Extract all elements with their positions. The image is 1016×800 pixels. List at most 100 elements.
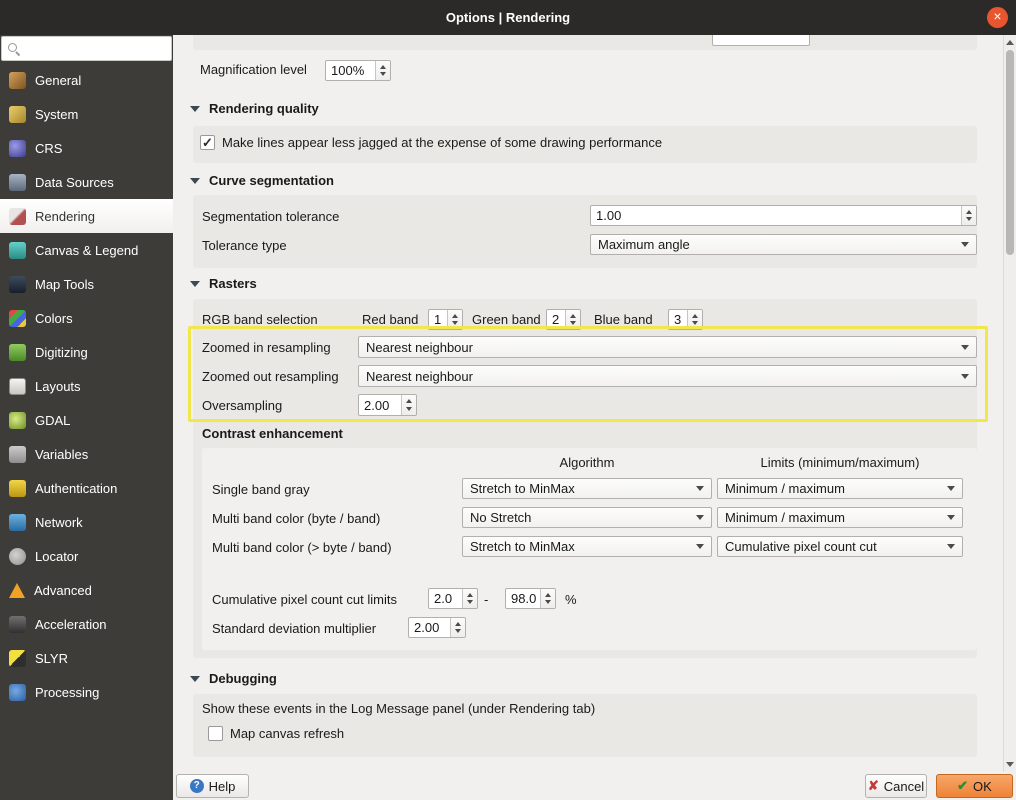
collapse-arrow-icon: [190, 280, 200, 287]
dropdown-arrow-icon[interactable]: [947, 544, 955, 549]
selected-value: Maximum angle: [598, 237, 690, 252]
sidebar-item-gdal[interactable]: GDAL: [0, 403, 173, 437]
spin-down-icon[interactable]: [452, 321, 458, 326]
sidebar-item-data-sources[interactable]: Data Sources: [0, 165, 173, 199]
sidebar-item-rendering[interactable]: Rendering: [0, 199, 173, 233]
spin-buttons[interactable]: [961, 206, 976, 225]
sidebar-item-colors[interactable]: Colors: [0, 301, 173, 335]
spin-buttons[interactable]: [462, 589, 477, 608]
dropdown-arrow-icon[interactable]: [961, 242, 969, 247]
sidebar-item-canvas-legend[interactable]: Canvas & Legend: [0, 233, 173, 267]
segmentation-tolerance-label: Segmentation tolerance: [202, 209, 340, 224]
spin-buttons[interactable]: [450, 618, 465, 637]
sidebar-item-locator[interactable]: Locator: [0, 539, 173, 573]
limits-column-header: Limits (minimum/maximum): [760, 455, 920, 470]
dropdown-arrow-icon[interactable]: [961, 373, 969, 379]
oversampling-spinbox[interactable]: 2.00: [358, 394, 417, 416]
settings-search[interactable]: [1, 36, 172, 61]
dropdown-arrow-icon[interactable]: [947, 515, 955, 520]
antialias-checkbox[interactable]: ✓: [200, 135, 215, 150]
scroll-up-icon[interactable]: [1006, 40, 1014, 45]
magnification-spinbox[interactable]: 100%: [325, 60, 391, 81]
map-canvas-refresh-checkbox[interactable]: [208, 726, 223, 741]
section-header-rasters[interactable]: Rasters: [190, 276, 257, 291]
multi-band-nonbyte-algorithm-select[interactable]: Stretch to MinMax: [462, 536, 712, 557]
cumulative-min-spinbox[interactable]: 2.0: [428, 588, 478, 609]
vertical-scrollbar[interactable]: [1003, 35, 1016, 772]
spin-down-icon[interactable]: [467, 600, 473, 605]
single-band-gray-algorithm-select[interactable]: Stretch to MinMax: [462, 478, 712, 499]
zoomed-out-resampling-select[interactable]: Nearest neighbour: [358, 365, 977, 387]
spin-down-icon[interactable]: [545, 600, 551, 605]
tolerance-type-select[interactable]: Maximum angle: [590, 234, 977, 255]
sidebar-item-digitizing[interactable]: Digitizing: [0, 335, 173, 369]
section-header-curve-segmentation[interactable]: Curve segmentation: [190, 173, 334, 188]
search-input[interactable]: [23, 41, 171, 56]
slyr-icon: [9, 649, 26, 667]
dropdown-arrow-icon[interactable]: [696, 486, 704, 491]
stddev-multiplier-spinbox[interactable]: 2.00: [408, 617, 466, 638]
multi-band-byte-limits-select[interactable]: Minimum / maximum: [717, 507, 963, 528]
partial-spinbox[interactable]: [712, 35, 810, 46]
antialias-row: ✓ Make lines appear less jagged at the e…: [200, 135, 662, 150]
sidebar-item-processing[interactable]: Processing: [0, 675, 173, 709]
dropdown-arrow-icon[interactable]: [947, 486, 955, 491]
sidebar-item-system[interactable]: System: [0, 97, 173, 131]
spin-down-icon[interactable]: [692, 321, 698, 326]
spin-down-icon[interactable]: [966, 217, 972, 222]
contrast-enhancement-title: Contrast enhancement: [202, 426, 343, 441]
spin-buttons[interactable]: [401, 395, 416, 415]
section-title: Curve segmentation: [209, 173, 334, 188]
spin-down-icon[interactable]: [380, 72, 386, 77]
sidebar-item-label: Acceleration: [35, 616, 107, 632]
dropdown-arrow-icon[interactable]: [696, 544, 704, 549]
spin-up-icon[interactable]: [452, 313, 458, 318]
stddev-multiplier-value: 2.00: [414, 620, 440, 635]
spin-up-icon[interactable]: [467, 592, 473, 597]
spin-up-icon[interactable]: [545, 592, 551, 597]
ok-button[interactable]: ✔ OK: [936, 774, 1013, 798]
sidebar-item-map-tools[interactable]: Map Tools: [0, 267, 173, 301]
spin-up-icon[interactable]: [406, 399, 412, 403]
scrollbar-thumb[interactable]: [1006, 50, 1014, 255]
multi-band-nonbyte-limits-select[interactable]: Cumulative pixel count cut: [717, 536, 963, 557]
sidebar-item-acceleration[interactable]: Acceleration: [0, 607, 173, 641]
spin-up-icon[interactable]: [380, 64, 386, 69]
sidebar-item-slyr[interactable]: SLYR: [0, 641, 173, 675]
dropdown-arrow-icon[interactable]: [961, 344, 969, 350]
single-band-gray-label: Single band gray: [212, 482, 310, 497]
single-band-gray-limits-select[interactable]: Minimum / maximum: [717, 478, 963, 499]
spin-up-icon[interactable]: [570, 313, 576, 318]
cumulative-max-spinbox[interactable]: 98.0: [505, 588, 556, 609]
rendering-options-page: Magnification level 100% Rendering quali…: [173, 35, 1003, 772]
scroll-down-icon[interactable]: [1006, 762, 1014, 767]
multi-band-byte-algorithm-select[interactable]: No Stretch: [462, 507, 712, 528]
cumulative-max-value: 98.0: [511, 591, 537, 606]
spin-buttons[interactable]: [375, 61, 390, 80]
spin-down-icon[interactable]: [406, 407, 412, 411]
dropdown-arrow-icon[interactable]: [696, 515, 704, 520]
section-header-rendering-quality[interactable]: Rendering quality: [190, 101, 319, 116]
cancel-button[interactable]: ✘ Cancel: [865, 774, 927, 798]
close-button[interactable]: ×: [987, 7, 1008, 28]
spin-buttons[interactable]: [540, 589, 555, 608]
sidebar-item-network[interactable]: Network: [0, 505, 173, 539]
sidebar-item-layouts[interactable]: Layouts: [0, 369, 173, 403]
sidebar-item-advanced[interactable]: Advanced: [0, 573, 173, 607]
spin-down-icon[interactable]: [455, 629, 461, 634]
search-icon: [7, 42, 20, 55]
spin-down-icon[interactable]: [570, 321, 576, 326]
sidebar-item-crs[interactable]: CRS: [0, 131, 173, 165]
spin-up-icon[interactable]: [455, 621, 461, 626]
spin-up-icon[interactable]: [692, 313, 698, 318]
authentication-icon: [9, 479, 26, 497]
sidebar-item-authentication[interactable]: Authentication: [0, 471, 173, 505]
spin-up-icon[interactable]: [966, 209, 972, 214]
sidebar-item-general[interactable]: General: [0, 63, 173, 97]
section-header-debugging[interactable]: Debugging: [190, 671, 277, 686]
zoomed-in-resampling-select[interactable]: Nearest neighbour: [358, 336, 977, 358]
help-button[interactable]: ? Help: [176, 774, 249, 798]
section-title: Rendering quality: [209, 101, 319, 116]
segmentation-tolerance-spinbox[interactable]: 1.00: [590, 205, 977, 226]
sidebar-item-variables[interactable]: Variables: [0, 437, 173, 471]
